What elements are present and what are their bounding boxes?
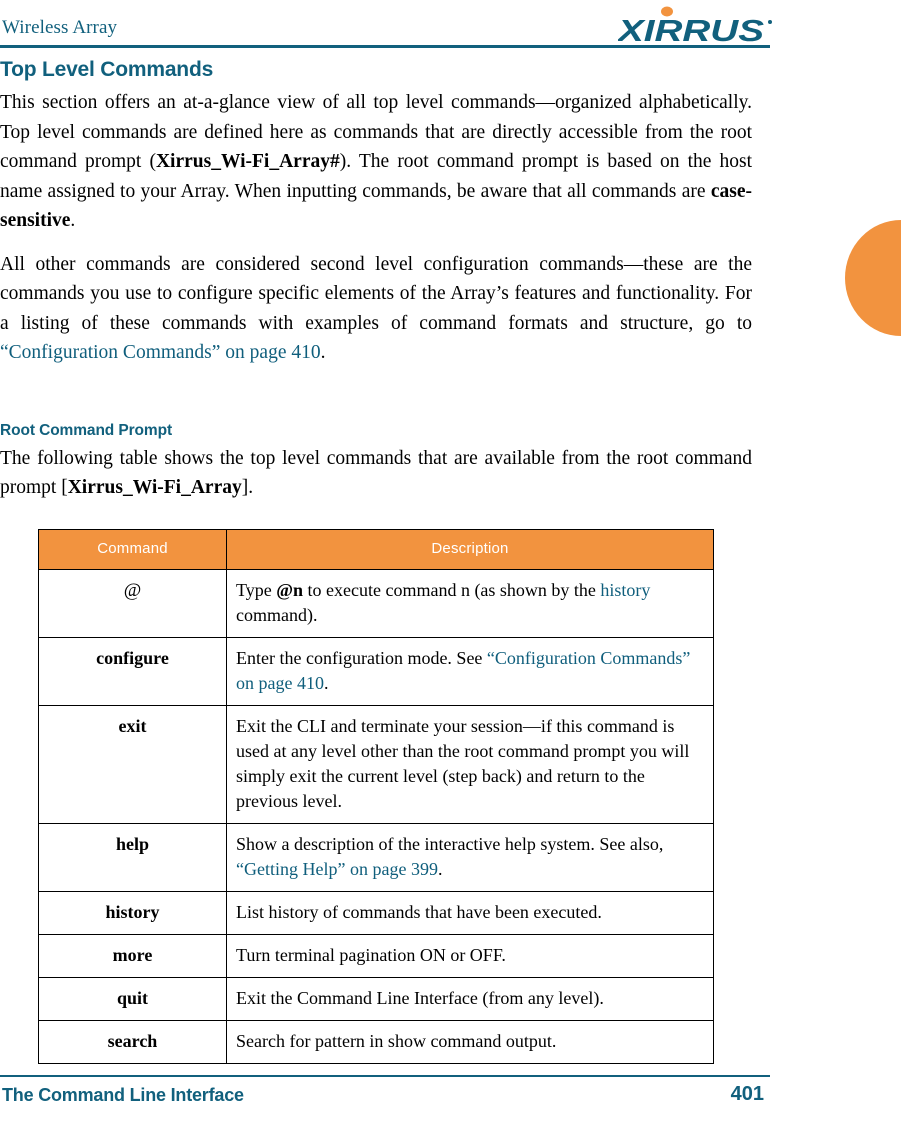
description-text: to execute command n (as shown by the	[303, 579, 601, 600]
cell-description: Show a description of the interactive he…	[226, 822, 714, 892]
table-row: configure Enter the configuration mode. S…	[38, 636, 714, 706]
xirrus-logo: XIRRUS	[618, 6, 778, 46]
cell-command: history	[38, 890, 227, 935]
cell-description: Search for pattern in show command outpu…	[226, 1019, 714, 1064]
intro-paragraph-1: This section offers an at-a-glance view …	[0, 88, 752, 236]
table-spacer	[0, 503, 752, 529]
cell-description: Type @n to execute command n (as shown b…	[226, 568, 714, 638]
description-text: Search for pattern in show command outpu…	[236, 1030, 557, 1051]
page-footer: The Command Line Interface 401	[0, 1075, 770, 1119]
description-text: List history of commands that have been …	[236, 901, 602, 922]
footer-page-number: 401	[730, 1083, 764, 1105]
table-row: more Turn terminal pagination ON or OFF.	[38, 933, 714, 978]
cell-command: quit	[38, 976, 227, 1021]
table-row: history List history of commands that hav…	[38, 890, 714, 935]
xref-configuration-commands[interactable]: “Configuration Commands” on page 410	[0, 342, 321, 363]
cell-command: exit	[38, 704, 227, 824]
page-title: Top Level Commands	[0, 58, 214, 81]
table-head: Command Description	[38, 528, 714, 570]
footer-chapter-title: The Command Line Interface	[2, 1085, 244, 1105]
table-row: quit Exit the Command Line Interface (fro…	[38, 976, 714, 1021]
table-header-row: Command Description	[38, 528, 714, 570]
top-level-commands-table: Command Description @ Type @n to execute …	[38, 528, 714, 1064]
cell-description: List history of commands that have been …	[226, 890, 714, 935]
table-row: help Show a description of the interactiv…	[38, 822, 714, 892]
cell-command: search	[38, 1019, 227, 1064]
table-body: @ Type @n to execute command n (as shown …	[38, 568, 714, 1064]
description-text: Turn terminal pagination ON or OFF.	[236, 944, 506, 965]
description-text: Exit the Command Line Interface (from an…	[236, 987, 604, 1008]
intro-p2-part1: All other commands are considered second…	[0, 253, 752, 334]
table-row: search Search for pattern in show command…	[38, 1019, 714, 1064]
page-edge-tab	[845, 220, 901, 336]
description-text: Exit the CLI and terminate your session—…	[236, 715, 690, 811]
root-prompt-bold: Xirrus_Wi-Fi_Array#	[155, 151, 340, 172]
description-text: Show a description of the interactive he…	[236, 833, 664, 854]
description-bold: @n	[276, 579, 303, 600]
intro-paragraph-2: All other commands are considered second…	[0, 250, 752, 368]
subsection-title: Root Command Prompt	[0, 421, 173, 439]
cell-description: Exit the CLI and terminate your session—…	[226, 704, 714, 824]
column-header-description: Description	[226, 528, 714, 570]
cell-command: @	[38, 568, 227, 638]
column-header-command: Command	[38, 528, 227, 570]
footer-rule	[0, 1075, 770, 1077]
table-row: @ Type @n to execute command n (as shown …	[38, 568, 714, 638]
cell-description: Turn terminal pagination ON or OFF.	[226, 933, 714, 978]
intro-p2-part2: .	[320, 342, 326, 363]
intro-p1-part3: .	[70, 210, 76, 231]
description-text: Enter the configuration mode. See	[236, 647, 487, 668]
description-xref[interactable]: history	[600, 580, 650, 600]
cell-command: configure	[38, 636, 227, 706]
svg-text:XIRRUS: XIRRUS	[618, 13, 764, 46]
cell-command: help	[38, 822, 227, 892]
cell-description: Exit the Command Line Interface (from an…	[226, 976, 714, 1021]
cell-description: Enter the configuration mode. See “Confi…	[226, 636, 714, 706]
cell-command: more	[38, 933, 227, 978]
running-header-title: Wireless Array	[2, 17, 118, 38]
description-text: Type	[236, 579, 277, 600]
page-content: Top Level Commands This section offers a…	[0, 58, 752, 1064]
subsection-paragraph: The following table shows the top level …	[0, 444, 752, 503]
description-text: command).	[236, 604, 318, 625]
description-xref[interactable]: “Getting Help” on page 399	[236, 859, 438, 879]
description-text: .	[323, 672, 329, 693]
sub-p-part2: ].	[241, 477, 254, 498]
array-prompt-bold: Xirrus_Wi-Fi_Array	[67, 477, 242, 498]
table-row: exit Exit the CLI and terminate your sess…	[38, 704, 714, 824]
description-text: .	[437, 858, 443, 879]
